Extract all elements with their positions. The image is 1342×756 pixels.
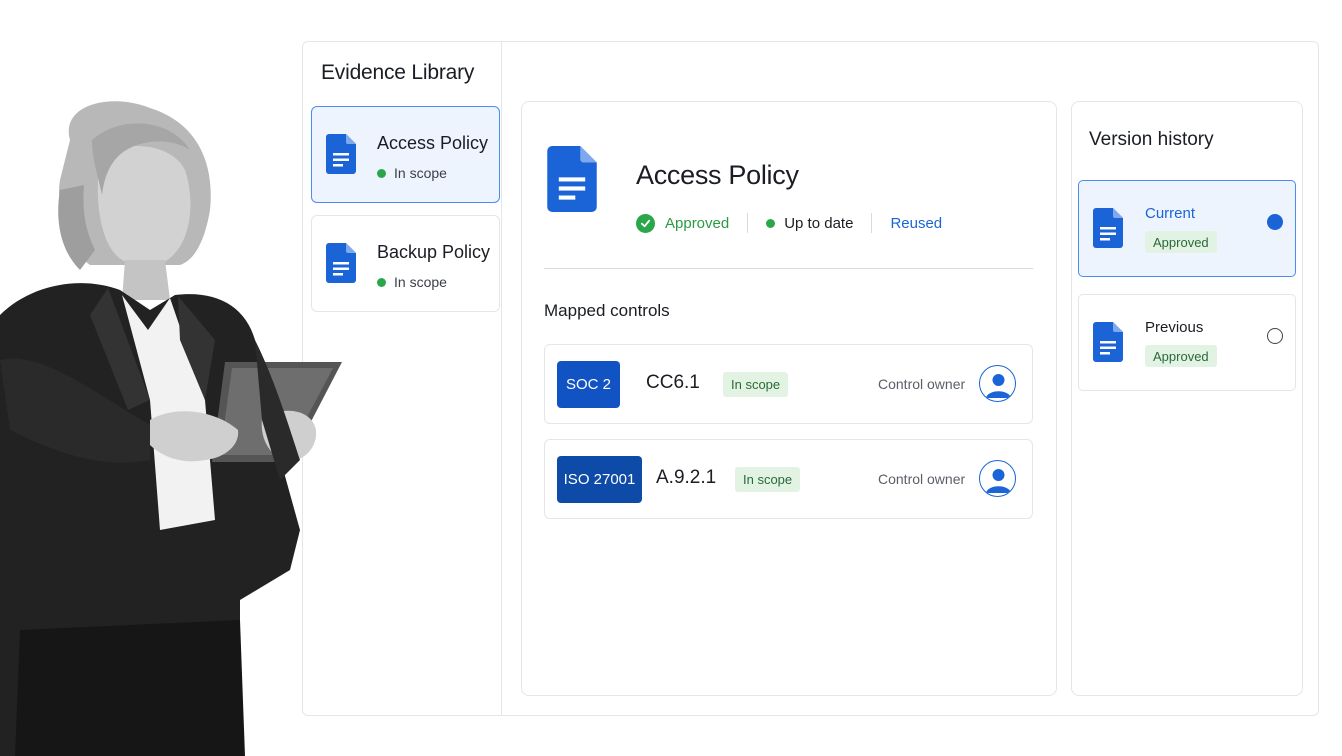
- radio-unselected-icon[interactable]: [1267, 328, 1283, 344]
- library-item-status: In scope: [377, 274, 447, 290]
- control-row-soc2[interactable]: SOC 2 CC6.1 In scope Control owner: [544, 344, 1033, 424]
- approved-status: Approved: [636, 213, 730, 233]
- version-history-title: Version history: [1089, 129, 1214, 150]
- library-item-status: In scope: [377, 165, 447, 181]
- app-window: Evidence Library Access Policy In scope: [302, 41, 1319, 716]
- scope-badge: In scope: [723, 372, 789, 397]
- person-with-tablet-illustration: [0, 101, 342, 756]
- user-avatar-icon[interactable]: [979, 365, 1016, 402]
- sidebar-title: Evidence Library: [321, 61, 475, 84]
- document-icon: [547, 146, 597, 212]
- library-item-name: Backup Policy: [377, 242, 491, 262]
- status-dot-icon: [766, 218, 776, 228]
- document-icon: [1093, 208, 1123, 248]
- status-divider: [871, 213, 873, 233]
- freshness-status: Up to date: [766, 215, 853, 232]
- control-owner-label: Control owner: [878, 376, 966, 392]
- version-status-badge: Approved: [1145, 231, 1217, 253]
- framework-badge: SOC 2: [557, 361, 620, 408]
- version-label: Current: [1145, 205, 1196, 222]
- version-label: Previous: [1145, 319, 1204, 336]
- section-divider: [544, 268, 1033, 269]
- scope-badge: In scope: [735, 467, 801, 492]
- status-dot-icon: [377, 168, 386, 178]
- version-card-previous[interactable]: Previous Approved: [1078, 294, 1296, 391]
- status-dot-icon: [377, 277, 386, 287]
- radio-selected-icon[interactable]: [1267, 214, 1283, 230]
- detail-title: Access Policy: [636, 160, 799, 190]
- approved-status-text: Approved: [665, 214, 730, 232]
- document-icon: [1093, 322, 1123, 362]
- library-item-status-text: In scope: [394, 165, 447, 181]
- framework-badge: ISO 27001: [557, 456, 642, 503]
- library-item-name: Access Policy: [377, 133, 489, 153]
- user-avatar-icon[interactable]: [979, 460, 1016, 497]
- control-id: CC6.1: [646, 372, 700, 393]
- version-status-badge: Approved: [1145, 345, 1217, 367]
- control-row-iso27001[interactable]: ISO 27001 A.9.2.1 In scope Control owner: [544, 439, 1033, 519]
- freshness-status-text: Up to date: [784, 214, 854, 232]
- status-divider: [747, 213, 749, 233]
- version-history-panel: Version history Current Approved Previou: [1071, 101, 1303, 696]
- version-card-current[interactable]: Current Approved: [1078, 180, 1296, 277]
- evidence-detail-panel: Access Policy Approved Up to date Reused…: [521, 101, 1057, 696]
- reused-link[interactable]: Reused: [890, 215, 942, 232]
- mapped-controls-title: Mapped controls: [544, 301, 670, 320]
- check-circle-icon: [636, 213, 655, 233]
- control-owner-label: Control owner: [878, 471, 966, 487]
- library-item-status-text: In scope: [394, 274, 447, 290]
- control-id: A.9.2.1: [656, 467, 717, 488]
- detail-status-row: Approved Up to date Reused: [636, 212, 942, 234]
